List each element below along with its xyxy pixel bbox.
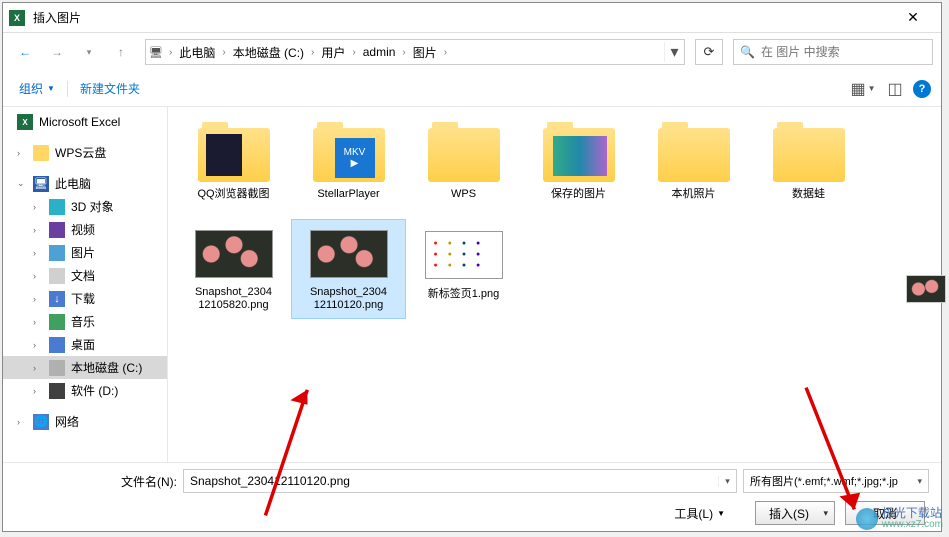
sidebar-docs[interactable]: ›文档 (3, 264, 167, 287)
folder-qq[interactable]: QQ浏览器截图 (176, 119, 291, 219)
up-button[interactable]: ↑ (107, 39, 135, 65)
excel-icon: X (9, 10, 25, 26)
watermark-logo (856, 508, 878, 530)
view-mode-button[interactable]: ▦ ▼ (849, 77, 877, 101)
breadcrumb[interactable]: 🖥 › 此电脑 › 本地磁盘 (C:) › 用户 › admin › 图片 › … (145, 39, 685, 65)
dialog-body: XMicrosoft Excel ›WPS云盘 ⌄🖥此电脑 ›3D 对象 ›视频… (3, 107, 941, 462)
close-button[interactable]: ✕ (891, 4, 935, 32)
sidebar-music[interactable]: ›音乐 (3, 310, 167, 333)
file-type-filter[interactable]: 所有图片(*.emf;*.wmf;*.jpg;*.jp ▾ (743, 469, 929, 493)
watermark: 极光下载站 www.xz7.com (856, 508, 943, 530)
file-snapshot-1[interactable]: Snapshot_230412105820.png (176, 219, 291, 319)
tools-dropdown[interactable]: 工具(L) ▼ (674, 505, 725, 522)
search-icon: 🔍 (740, 45, 755, 59)
bc-pc[interactable]: 此电脑 (175, 44, 219, 61)
toolbar: 组织 ▼ 新建文件夹 ▦ ▼ ◫ ? (3, 71, 941, 107)
forward-button[interactable]: → (43, 39, 71, 65)
mkv-icon: MKV▶ (335, 138, 375, 178)
bc-pictures[interactable]: 图片 (409, 44, 441, 61)
chevron-down-icon[interactable]: ▾ (917, 476, 922, 487)
filename-combo[interactable]: ▾ (183, 469, 737, 493)
sidebar-drive-d[interactable]: ›软件 (D:) (3, 379, 167, 402)
chevron-right-icon[interactable]: › (166, 47, 175, 58)
bc-admin[interactable]: admin (359, 45, 400, 59)
search-box[interactable]: 🔍 (733, 39, 933, 65)
sidebar-excel[interactable]: XMicrosoft Excel (3, 111, 167, 133)
new-folder-button[interactable]: 新建文件夹 (74, 76, 146, 101)
thumbnail-preview (906, 275, 946, 303)
filename-input[interactable] (184, 474, 718, 488)
help-button[interactable]: ? (913, 80, 931, 98)
file-newtab[interactable]: 新标签页1.png (406, 219, 521, 319)
sidebar-wps[interactable]: ›WPS云盘 (3, 141, 167, 164)
titlebar: X 插入图片 ✕ (3, 3, 941, 33)
organize-button[interactable]: 组织 ▼ (13, 76, 61, 101)
filename-label: 文件名(N): (121, 473, 177, 490)
nav-bar: ← → ▾ ↑ 🖥 › 此电脑 › 本地磁盘 (C:) › 用户 › admin… (3, 33, 941, 71)
sidebar-desktop[interactable]: ›桌面 (3, 333, 167, 356)
sidebar: XMicrosoft Excel ›WPS云盘 ⌄🖥此电脑 ›3D 对象 ›视频… (3, 107, 168, 462)
file-list[interactable]: QQ浏览器截图 MKV▶ StellarPlayer WPS 保存的图片 本机照… (168, 107, 941, 462)
bottom-bar: 文件名(N): ▾ 所有图片(*.emf;*.wmf;*.jpg;*.jp ▾ … (3, 462, 941, 531)
sidebar-downloads[interactable]: ›↓下载 (3, 287, 167, 310)
file-dialog: X 插入图片 ✕ ← → ▾ ↑ 🖥 › 此电脑 › 本地磁盘 (C:) › 用… (2, 2, 942, 532)
recent-dropdown[interactable]: ▾ (75, 39, 103, 65)
folder-camera-roll[interactable]: 本机照片 (636, 119, 751, 219)
folder-stellar[interactable]: MKV▶ StellarPlayer (291, 119, 406, 219)
sidebar-3d[interactable]: ›3D 对象 (3, 195, 167, 218)
refresh-button[interactable]: ⟳ (695, 39, 723, 65)
folder-saved-pictures[interactable]: 保存的图片 (521, 119, 636, 219)
pc-icon: 🖥 (146, 46, 166, 59)
sidebar-network[interactable]: ›🌐网络 (3, 410, 167, 433)
bc-drive[interactable]: 本地磁盘 (C:) (229, 44, 308, 61)
chevron-down-icon[interactable]: ▾ (718, 476, 736, 487)
file-snapshot-2[interactable]: Snapshot_230412110120.png (291, 219, 406, 319)
folder-wps[interactable]: WPS (406, 119, 521, 219)
sidebar-images[interactable]: ›图片 (3, 241, 167, 264)
folder-datafrog[interactable]: 数据蛙 (751, 119, 866, 219)
dialog-title: 插入图片 (33, 9, 891, 26)
sidebar-drive-c[interactable]: ›本地磁盘 (C:) (3, 356, 167, 379)
sidebar-thispc[interactable]: ⌄🖥此电脑 (3, 172, 167, 195)
back-button[interactable]: ← (11, 39, 39, 65)
insert-button[interactable]: 插入(S) (755, 501, 835, 525)
bc-users[interactable]: 用户 (317, 44, 349, 61)
search-input[interactable] (761, 45, 926, 59)
breadcrumb-dropdown[interactable]: ▾ (664, 42, 684, 62)
preview-pane-button[interactable]: ◫ (881, 77, 909, 101)
sidebar-video[interactable]: ›视频 (3, 218, 167, 241)
